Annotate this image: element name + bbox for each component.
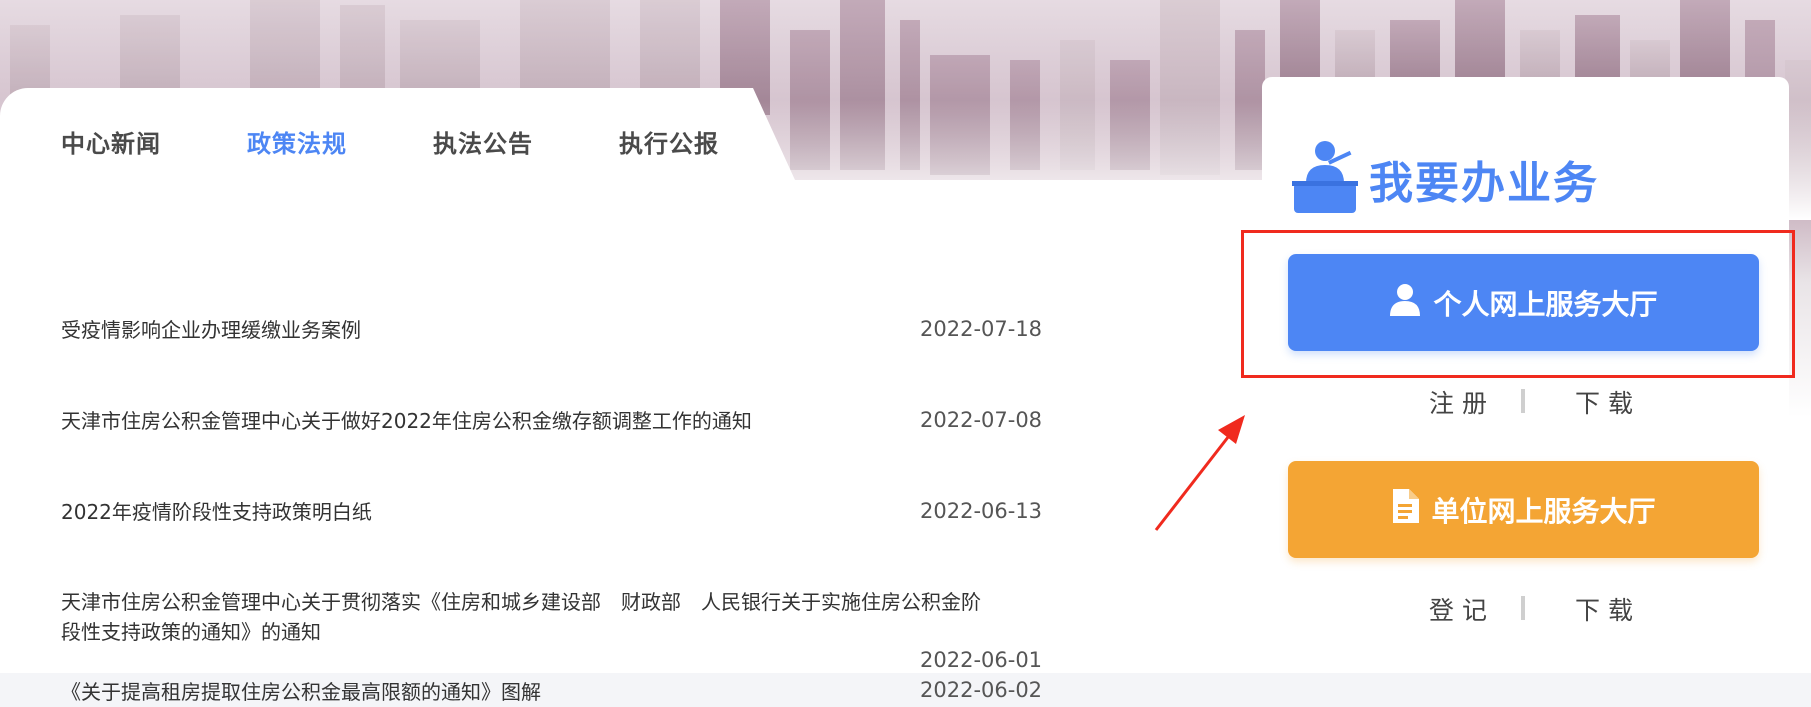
news-date: 2022-06-01 xyxy=(920,648,1043,672)
annotation-highlight-box xyxy=(1241,230,1795,378)
register-link[interactable]: 注册 xyxy=(1429,384,1495,420)
link-separator xyxy=(1521,596,1525,620)
company-service-hall-label: 单位网上服务大厅 xyxy=(1431,494,1656,528)
news-tab-bar: 中心新闻 政策法规 执法公告 执行公报 xyxy=(0,88,795,180)
news-date: 2022-06-02 xyxy=(920,678,1043,702)
news-title[interactable]: 天津市住房公积金管理中心关于贯彻落实《住房和城乡建设部 财政部 人民银行关于实施… xyxy=(61,587,981,617)
tab-enforcement-notices[interactable]: 执法公告 xyxy=(433,124,533,159)
news-list: 受疫情影响企业办理缓缴业务案例 2022-07-18 天津市住房公积金管理中心关… xyxy=(0,180,1262,704)
company-service-hall-button[interactable]: 单位网上服务大厅 xyxy=(1288,461,1759,558)
company-register-link[interactable]: 登记 xyxy=(1429,591,1495,627)
link-separator xyxy=(1521,389,1525,413)
desk-person-icon xyxy=(1292,139,1358,219)
tab-center-news[interactable]: 中心新闻 xyxy=(61,124,161,159)
news-title-continued[interactable]: 段性支持政策的通知》的通知 xyxy=(61,617,321,647)
service-title: 我要办业务 xyxy=(1369,158,1599,209)
company-download-link[interactable]: 下载 xyxy=(1575,591,1641,627)
news-title[interactable]: 受疫情影响企业办理缓缴业务案例 xyxy=(61,315,361,345)
annotation-arrow-icon xyxy=(1150,410,1250,539)
news-title[interactable]: 2022年疫情阶段性支持政策明白纸 xyxy=(61,497,372,527)
tab-execution-bulletins[interactable]: 执行公报 xyxy=(619,124,719,159)
personal-download-link[interactable]: 下载 xyxy=(1575,384,1641,420)
news-panel: 中心新闻 政策法规 执法公告 执行公报 受疫情影响企业办理缓缴业务案例 2022… xyxy=(0,88,1262,704)
news-date: 2022-06-13 xyxy=(920,499,1043,523)
document-icon xyxy=(1391,489,1420,530)
news-date: 2022-07-08 xyxy=(920,408,1043,432)
news-date: 2022-07-18 xyxy=(920,317,1043,341)
news-title[interactable]: 《关于提高租房提取住房公积金最高限额的通知》图解 xyxy=(61,677,541,707)
tab-policies[interactable]: 政策法规 xyxy=(247,124,347,159)
news-title[interactable]: 天津市住房公积金管理中心关于做好2022年住房公积金缴存额调整工作的通知 xyxy=(61,406,752,436)
